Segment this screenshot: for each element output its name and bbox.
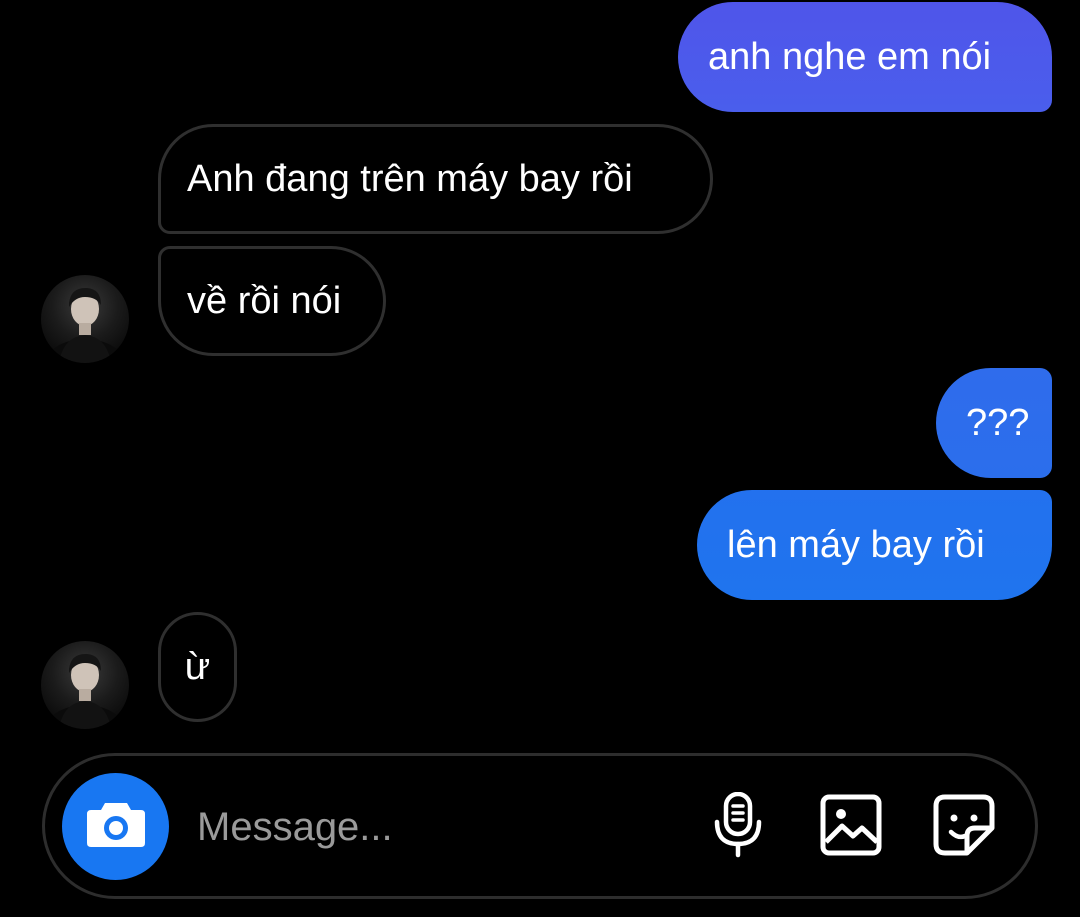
message-text: ??? — [966, 401, 1030, 444]
contact-avatar[interactable] — [41, 275, 129, 363]
gallery-button[interactable] — [818, 794, 884, 860]
sent-message-bubble[interactable]: anh nghe em nói — [678, 2, 1052, 112]
message-text: về rồi nói — [187, 279, 342, 322]
camera-icon — [85, 799, 147, 854]
microphone-button[interactable] — [705, 791, 771, 863]
received-message-bubble[interactable]: ừ — [158, 612, 237, 722]
contact-avatar[interactable] — [41, 641, 129, 729]
sticker-icon — [933, 794, 995, 861]
camera-button[interactable] — [62, 773, 169, 880]
message-text: ừ — [184, 645, 211, 688]
received-message-bubble[interactable]: Anh đang trên máy bay rồi — [158, 124, 713, 234]
microphone-icon — [712, 791, 764, 863]
sent-message-bubble[interactable]: ??? — [936, 368, 1052, 478]
received-message-bubble[interactable]: về rồi nói — [158, 246, 386, 356]
avatar-portrait — [45, 653, 125, 729]
message-input[interactable] — [197, 790, 677, 864]
message-text: anh nghe em nói — [708, 35, 992, 78]
message-composer — [42, 753, 1038, 899]
sent-message-bubble[interactable]: lên máy bay rồi — [697, 490, 1052, 600]
message-text: Anh đang trên máy bay rồi — [187, 157, 633, 200]
avatar-portrait — [45, 287, 125, 363]
message-text: lên máy bay rồi — [727, 523, 985, 566]
sticker-button[interactable] — [931, 794, 997, 860]
gallery-icon — [820, 794, 882, 861]
